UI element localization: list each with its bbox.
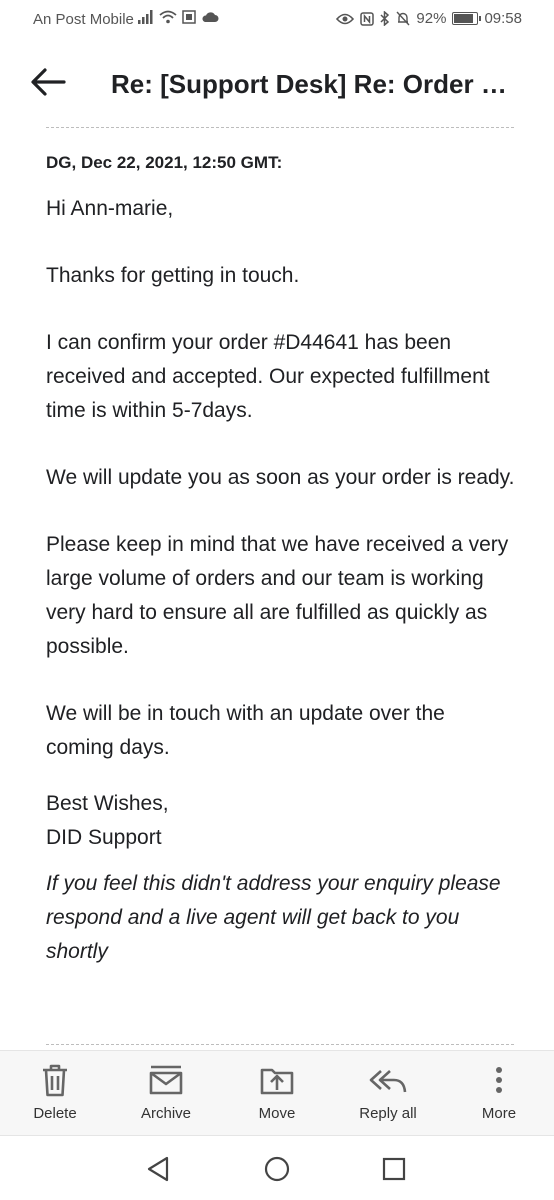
message-signoff: Best Wishes, DID Support [46,787,516,855]
action-bar: Delete Archive Move Reply all More [0,1050,554,1136]
sim-icon [182,10,196,24]
signal-icon [138,10,153,24]
back-triangle-icon [147,1156,169,1182]
reply-all-button[interactable]: Reply all [338,1063,438,1122]
archive-label: Archive [140,1105,192,1122]
battery-percent: 92% [416,10,447,27]
bell-off-icon [396,11,410,26]
move-to-folder-icon [260,1068,294,1095]
wifi-icon [159,10,177,24]
move-button[interactable]: Move [227,1063,327,1122]
more-button[interactable]: More [449,1063,549,1122]
app-bar: Re: [Support Desk] Re: Order #D44641 [0,40,554,126]
archive-button[interactable]: Archive [116,1063,216,1122]
eye-icon [336,13,355,24]
message-paragraph-5: We will be in touch with an update over … [46,702,445,759]
recents-square-icon [382,1157,406,1181]
battery-level-fill [454,14,474,23]
message-greeting: Hi Ann-marie, [46,197,174,220]
message-paragraph-1: Thanks for getting in touch. [46,264,300,287]
delete-label: Delete [33,1105,77,1122]
message-divider-bottom [46,1044,514,1045]
battery-icon [452,12,482,25]
system-nav-bar [0,1136,554,1200]
signoff-line-2: DID Support [46,826,162,849]
status-bar: An Post Mobile 92% 09:58 [0,0,554,40]
nav-home-button[interactable] [262,1154,292,1184]
nav-recents-button[interactable] [379,1154,409,1184]
more-vertical-icon [496,1067,502,1093]
more-label: More [481,1105,517,1122]
reply-all-icon [369,1070,407,1093]
delete-button[interactable]: Delete [5,1063,105,1122]
signoff-line-1: Best Wishes, [46,792,169,815]
status-time: 09:58 [484,10,522,27]
carrier-name: An Post Mobile [33,11,134,28]
email-subject: Re: [Support Desk] Re: Order #D44641 [111,69,511,99]
message-paragraph-2: I can confirm your order #D44641 has bee… [46,331,490,422]
bluetooth-icon [380,11,390,26]
home-circle-icon [264,1156,290,1182]
nfc-icon [360,11,375,26]
reply-all-label: Reply all [359,1105,417,1122]
trash-icon [43,1064,67,1097]
message-footer-note: If you feel this didn't address your enq… [46,872,501,963]
arrow-left-icon [31,68,66,96]
message-paragraph-3: We will update you as soon as your order… [46,466,515,489]
archive-icon [149,1065,183,1095]
message-sender-date: DG, Dec 22, 2021, 12:50 GMT: [46,153,283,172]
message-divider-top [46,127,514,128]
back-button[interactable] [26,60,70,104]
move-label: Move [258,1105,296,1122]
cloud-icon [202,12,219,22]
message-paragraph-4: Please keep in mind that we have receive… [46,533,509,658]
nav-back-button[interactable] [143,1154,173,1184]
email-message: DG, Dec 22, 2021, 12:50 GMT: Hi Ann-mari… [46,152,516,969]
